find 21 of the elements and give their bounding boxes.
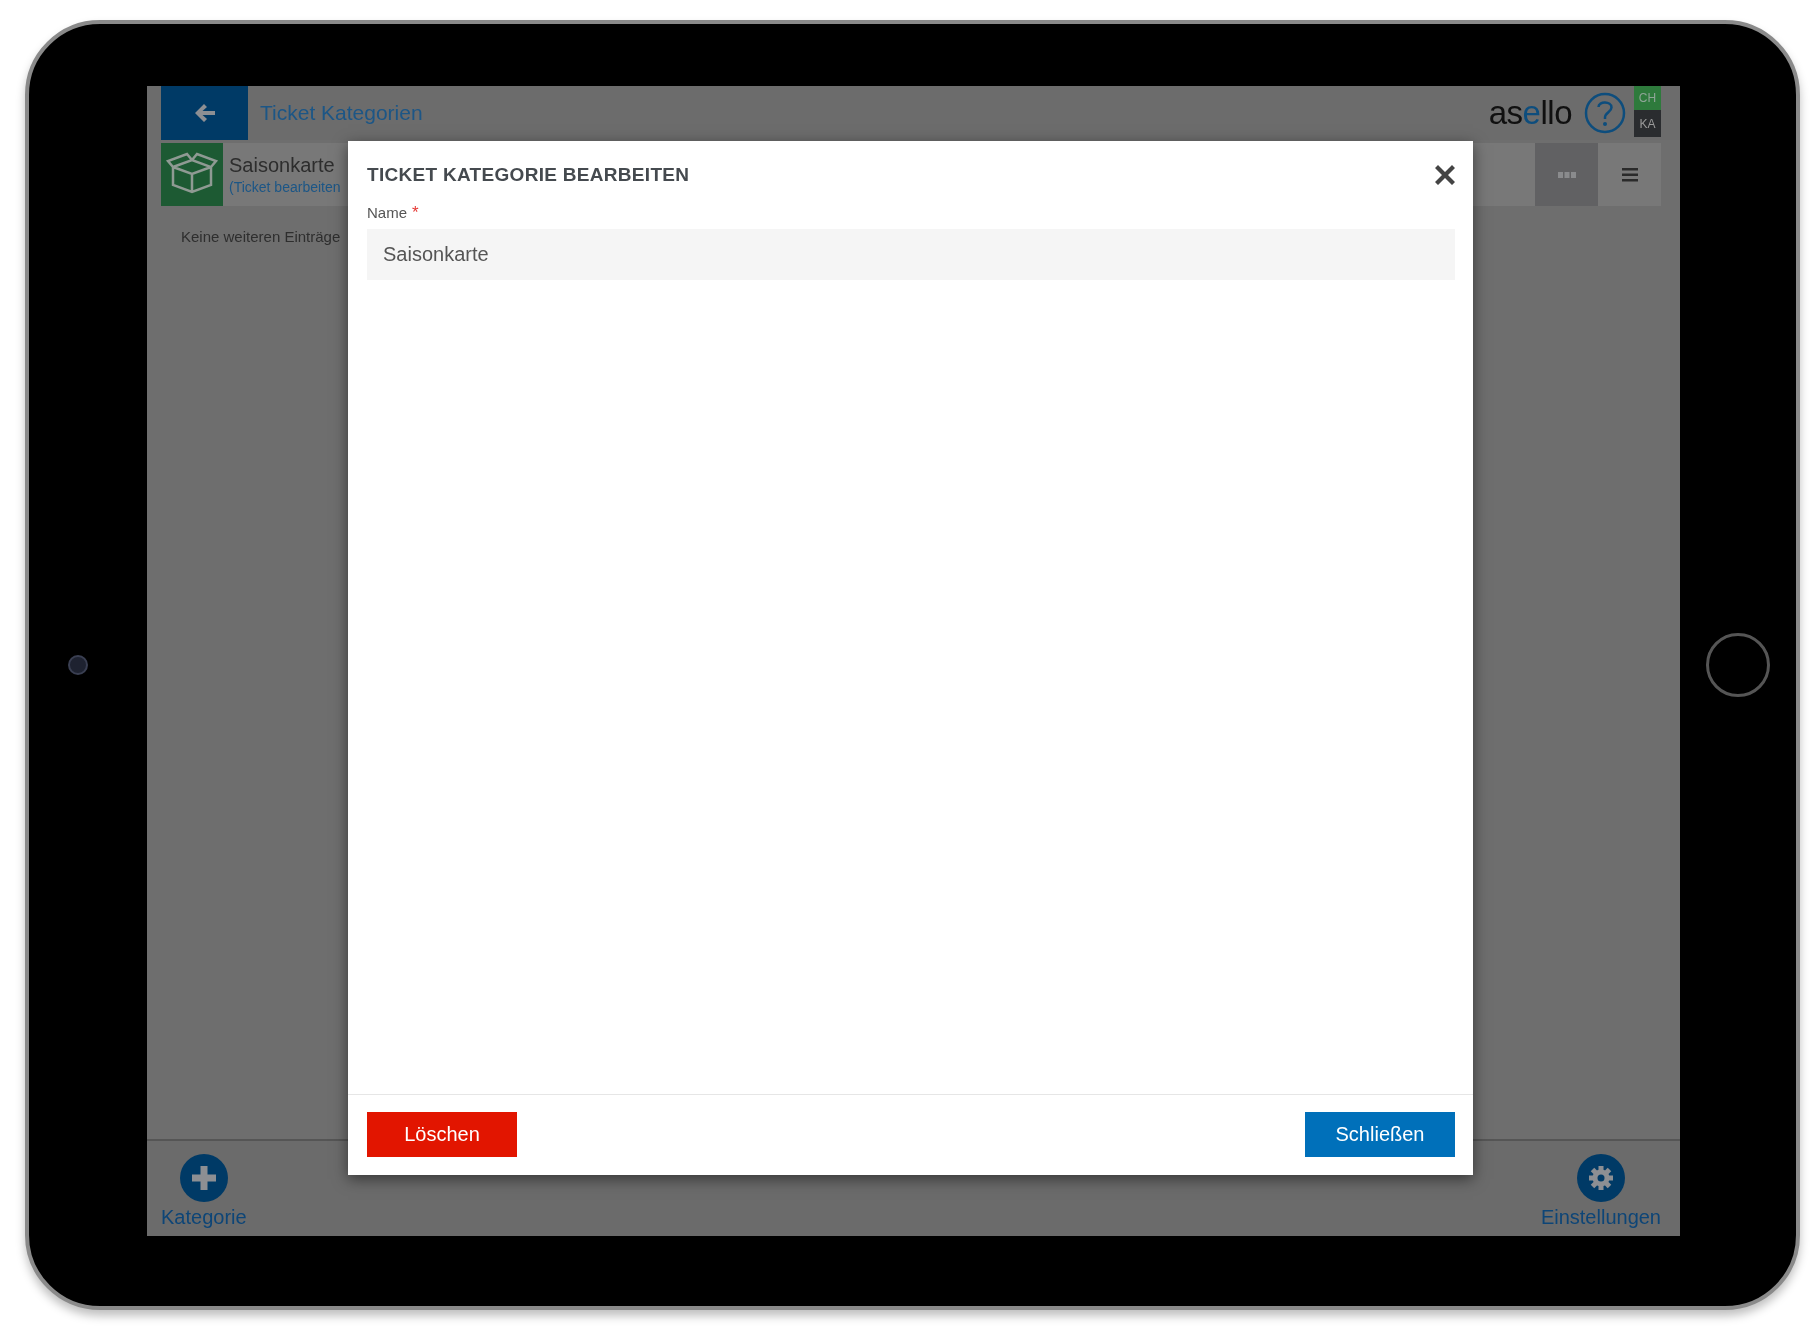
- box-icon: [161, 143, 223, 206]
- more-button[interactable]: [1535, 143, 1598, 206]
- menu-icon: [1621, 167, 1638, 182]
- field-label: Name *: [367, 203, 420, 223]
- delete-button[interactable]: Löschen: [367, 1112, 517, 1157]
- dialog-title: TICKET KATEGORIE BEARBEITEN: [367, 164, 690, 186]
- plus-icon: [179, 1154, 228, 1202]
- home-button[interactable]: [1706, 633, 1770, 697]
- empty-message: Keine weiteren Einträge: [181, 228, 342, 245]
- more-icon: [1557, 171, 1576, 178]
- close-button[interactable]: Schließen: [1305, 1112, 1455, 1157]
- settings-icon: [1576, 1154, 1625, 1202]
- page-title: Ticket Kategorien: [260, 101, 423, 125]
- item-name: Saisonkarte: [229, 154, 336, 177]
- user-badge[interactable]: KA: [1634, 110, 1661, 137]
- close-icon[interactable]: [1435, 165, 1455, 185]
- arrow-left-icon: [193, 103, 216, 123]
- name-field[interactable]: Saisonkarte: [367, 229, 1455, 280]
- logo: asello: [1488, 94, 1572, 132]
- back-button[interactable]: [161, 86, 248, 140]
- camera-icon: [68, 655, 88, 675]
